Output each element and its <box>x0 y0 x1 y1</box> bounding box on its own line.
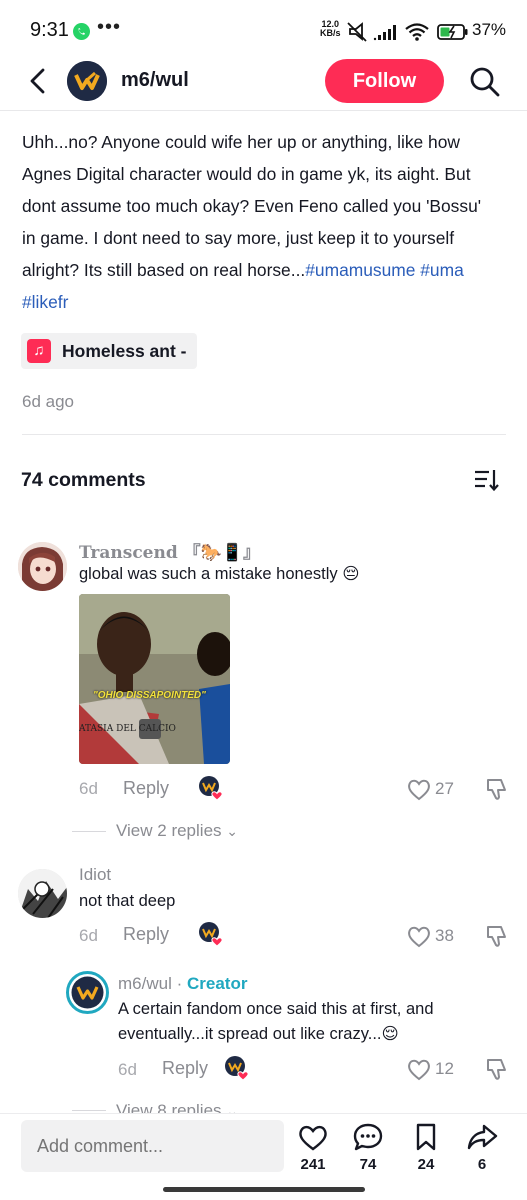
commenter-avatar[interactable] <box>18 542 67 591</box>
view-replies-button[interactable]: View 2 replies ⌄ <box>116 821 238 841</box>
heart-icon <box>299 1125 327 1151</box>
battery-percent: 37% <box>472 20 507 39</box>
creator-badge: Creator <box>187 974 248 993</box>
share-button[interactable]: 6 <box>460 1122 504 1173</box>
comment-total: 74 <box>359 1156 377 1173</box>
search-icon[interactable] <box>468 65 502 99</box>
signal-icon <box>373 25 396 41</box>
follow-button[interactable]: Follow <box>325 59 444 103</box>
name-separator: · <box>176 974 183 993</box>
comment-image[interactable]: "OHIO DISSAPOINTED" ATASIA DEL CALCIO <box>79 594 230 764</box>
commenter-avatar[interactable] <box>18 869 67 918</box>
comments-count: 74 comments <box>21 469 146 491</box>
reply-date: 6d <box>118 1060 137 1079</box>
status-bar: 9:31 ••• 12.0 KB/s 37% <box>0 0 527 62</box>
network-speed-unit: KB/s <box>320 28 341 38</box>
view-replies-button[interactable]: View 8 replies ⌄ <box>116 1101 238 1113</box>
comment-date: 6d <box>79 779 98 798</box>
manga-avatar-icon <box>18 869 67 918</box>
like-count: 27 <box>435 779 454 798</box>
like-button[interactable]: 241 <box>291 1122 335 1173</box>
dislike-icon[interactable] <box>484 776 510 802</box>
save-total: 24 <box>417 1156 435 1173</box>
reply-author: m6/wul · Creator <box>118 974 247 994</box>
mute-icon <box>347 22 367 42</box>
reply-author-name[interactable]: m6/wul <box>118 974 172 993</box>
comment-text: global was such a mistake honestly 😔 <box>79 565 360 583</box>
more-notifications-icon: ••• <box>97 16 122 38</box>
chevron-down-icon: ⌄ <box>226 823 238 839</box>
network-speed: 12.0 KB/s <box>320 20 341 38</box>
post-timestamp: 6d ago <box>22 392 74 411</box>
meme-photo <box>79 594 230 764</box>
status-time: 9:31 <box>30 19 69 41</box>
dislike-icon[interactable] <box>484 1056 510 1082</box>
whatsapp-icon <box>73 23 90 40</box>
music-note-icon: ♫ <box>27 339 51 363</box>
add-comment-input[interactable] <box>21 1120 284 1172</box>
creator-liked-icon <box>225 1056 249 1081</box>
commenter-name[interactable]: Idiot <box>79 865 111 885</box>
share-arrow-icon <box>467 1124 498 1150</box>
view-replies-line <box>72 831 106 832</box>
hashtag-umamusume[interactable]: #umamusume <box>305 260 415 280</box>
hashtag-uma[interactable]: #uma <box>420 260 464 280</box>
status-icons <box>347 22 468 42</box>
wifi-icon <box>405 23 429 41</box>
sort-icon[interactable] <box>472 467 500 493</box>
back-arrow-icon[interactable] <box>24 66 54 96</box>
image-sign-text: ATASIA DEL CALCIO <box>79 724 176 734</box>
like-heart-icon[interactable] <box>406 923 432 949</box>
bookmark-icon <box>416 1123 436 1151</box>
comment-bubble-icon <box>353 1123 383 1151</box>
author-avatar[interactable] <box>67 61 107 101</box>
comment-date: 6d <box>79 926 98 945</box>
reply-button[interactable]: Reply <box>162 1058 208 1079</box>
image-overlay-text: "OHIO DISSAPOINTED" <box>93 690 206 701</box>
like-count: 38 <box>435 926 454 945</box>
creator-avatar[interactable] <box>66 971 109 1014</box>
like-count: 12 <box>435 1059 454 1078</box>
music-label: Homeless ant - <box>62 341 187 361</box>
comment-button[interactable]: 74 <box>346 1122 390 1173</box>
music-chip[interactable]: ♫ Homeless ant - <box>21 333 197 369</box>
anime-avatar-icon <box>18 542 67 591</box>
author-logo-icon <box>67 61 107 101</box>
comment-text: not that deep <box>79 892 176 910</box>
view-replies-line <box>72 1110 106 1111</box>
home-indicator[interactable] <box>163 1187 365 1192</box>
dislike-icon[interactable] <box>484 923 510 949</box>
like-heart-icon[interactable] <box>406 776 432 802</box>
share-total: 6 <box>477 1156 487 1173</box>
reply-button[interactable]: Reply <box>123 778 169 799</box>
hashtag-likefr[interactable]: #likefr <box>22 292 68 312</box>
post-caption: Uhh...no? Anyone could wife her up or an… <box>22 126 492 318</box>
divider <box>22 434 506 435</box>
author-username[interactable]: m6/wul <box>121 69 189 92</box>
caption-text: Uhh...no? Anyone could wife her up or an… <box>22 132 482 280</box>
top-nav: m6/wul Follow <box>0 56 527 111</box>
creator-liked-icon <box>199 922 223 947</box>
like-heart-icon[interactable] <box>406 1056 432 1082</box>
commenter-name[interactable]: Transcend 『🐎📱』 <box>79 538 260 563</box>
author-logo-icon <box>71 976 104 1009</box>
reply-text: A certain fandom once said this at first… <box>118 1000 434 1043</box>
like-total: 241 <box>300 1156 326 1173</box>
battery-icon <box>437 24 468 40</box>
reply-button[interactable]: Reply <box>123 924 169 945</box>
view-replies-label: View 8 replies <box>116 1101 222 1113</box>
chevron-down-icon: ⌄ <box>226 1103 238 1113</box>
save-button[interactable]: 24 <box>404 1122 448 1173</box>
creator-liked-icon <box>199 776 223 801</box>
view-replies-label: View 2 replies <box>116 821 222 840</box>
